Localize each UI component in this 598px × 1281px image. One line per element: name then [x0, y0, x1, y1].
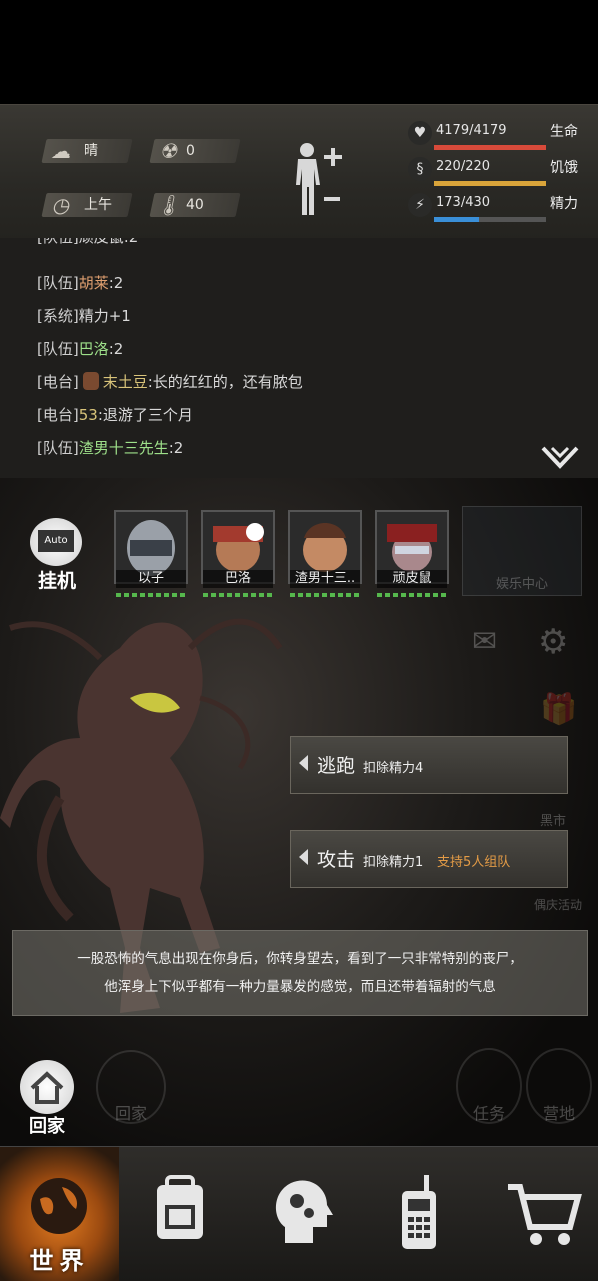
arrow-left-icon	[299, 849, 308, 865]
attack-button[interactable]: 攻击 扣除精力1 支持5人组队	[290, 830, 568, 888]
black-market-label[interactable]: 黑市	[540, 810, 566, 829]
party-member-name: 巴洛	[203, 570, 273, 588]
task-label: 任务	[472, 1104, 505, 1123]
radiation-icon: ☢	[158, 139, 182, 163]
chat-line: [队伍]顽皮鼠:2	[37, 238, 138, 247]
walkie-talkie-icon	[402, 1175, 436, 1249]
party-member-hp	[203, 593, 273, 597]
energy-stat: ⚡ 173/430 精力	[408, 193, 588, 222]
time-pill: ◷ 上午	[41, 193, 133, 217]
party-member-name: 顽皮鼠	[377, 570, 447, 588]
radiation-value: 0	[186, 143, 195, 159]
hunger-bar	[434, 181, 546, 186]
nav-radio[interactable]	[358, 1147, 477, 1281]
flee-cost: 扣除精力4	[363, 761, 424, 776]
story-text-box: 一股恐怖的气息出现在你身后，你转身望去，看到了一只非常特别的丧尸， 他浑身上下似…	[12, 930, 588, 1016]
hunger-stat: § 220/220 饥饿	[408, 157, 588, 186]
stomach-icon: §	[408, 157, 432, 181]
weather-pill: ☁ 晴	[41, 139, 133, 163]
chat-line: [队伍]渣男十三先生:2	[37, 439, 184, 457]
home-button[interactable]: 回家	[16, 1060, 78, 1137]
entertainment-label: 娱乐中心	[495, 577, 548, 592]
head-gears-icon	[275, 1180, 333, 1243]
party-member-name: 以子	[116, 570, 186, 588]
chat-line: [电台] 末土豆:长的红红的，还有脓包	[37, 372, 303, 391]
hunger-label: 饥饿	[550, 160, 578, 176]
energy-value: 173/430	[436, 195, 491, 210]
auto-label: 挂机	[37, 570, 76, 592]
attack-label: 攻击	[317, 849, 356, 871]
home-ghost-label: 回家	[114, 1104, 147, 1123]
radiation-pill: ☢ 0	[149, 139, 241, 163]
camp-button[interactable]: 营地	[526, 1048, 592, 1124]
energy-bar	[434, 217, 479, 222]
home-label: 回家	[29, 1116, 65, 1137]
body-status-icon[interactable]	[288, 141, 348, 217]
party-member-hp	[290, 593, 360, 597]
nav-world-label: 世界	[29, 1247, 90, 1275]
heart-icon: ♥	[408, 121, 432, 145]
camp-label: 营地	[542, 1104, 575, 1123]
auto-icon-text: Auto	[38, 530, 74, 552]
auto-button[interactable]: Auto 挂机	[26, 518, 88, 592]
story-line: 他浑身上下似乎都有一种力量暴发的感觉，而且还带着辐射的气息	[104, 979, 496, 995]
chat-line: [系统]精力+1	[37, 307, 131, 325]
life-label: 生命	[550, 124, 578, 140]
bottom-nav: 世界	[0, 1146, 598, 1281]
nav-backpack[interactable]	[119, 1147, 238, 1281]
nav-skills[interactable]	[239, 1147, 358, 1281]
story-line: 一股恐怖的气息出现在你身后，你转身望去，看到了一只非常特别的丧尸，	[77, 951, 523, 967]
party-member-hp	[116, 593, 186, 597]
chat-log[interactable]: [队伍]顽皮鼠:2 [队伍]胡莱:2 [系统]精力+1 [队伍]巴洛:2 [电台…	[0, 238, 598, 478]
house-icon	[20, 1060, 74, 1114]
attack-cost: 扣除精力1	[363, 855, 424, 870]
nav-shop[interactable]	[478, 1147, 597, 1281]
party-member-hp	[377, 593, 447, 597]
chevron-down-icon[interactable]	[540, 444, 580, 470]
temperature-value: 40	[186, 197, 204, 213]
temperature-pill: 🌡 40	[149, 193, 241, 217]
chat-line: [队伍]胡莱:2	[37, 274, 124, 292]
weather-text: 晴	[84, 143, 98, 159]
clock-icon: ◷	[50, 193, 74, 217]
energy-label: 精力	[550, 196, 578, 212]
nav-world[interactable]: 世界	[0, 1147, 119, 1281]
time-text: 上午	[84, 197, 112, 213]
entertainment-center-button[interactable]: 娱乐中心	[462, 506, 582, 596]
gift-icon[interactable]: 🎁	[540, 692, 577, 727]
event-label[interactable]: 偶庆活动	[534, 896, 582, 913]
life-value: 4179/4179	[436, 123, 507, 138]
shopping-cart-icon	[508, 1184, 582, 1245]
life-stat: ♥ 4179/4179 生命	[408, 121, 588, 150]
auto-icon: Auto	[30, 518, 82, 566]
status-panel: ☁ 晴 ☢ 0 ◷ 上午 🌡 40 ♥ 4179/4179 生命 § 220/2…	[0, 104, 598, 239]
lightning-icon: ⚡	[408, 193, 432, 217]
flee-button[interactable]: 逃跑 扣除精力4	[290, 736, 568, 794]
chat-line: [电台]53:退游了三个月	[37, 406, 193, 424]
chat-line: [队伍]巴洛:2	[37, 340, 124, 358]
life-bar	[434, 145, 546, 150]
mail-icon[interactable]: ✉	[472, 624, 497, 659]
backpack-icon	[157, 1175, 203, 1239]
attack-team-note: 支持5人组队	[437, 855, 511, 870]
task-button[interactable]: 任务	[456, 1048, 522, 1124]
avatar	[82, 372, 99, 390]
arrow-left-icon	[299, 755, 308, 771]
flee-label: 逃跑	[317, 755, 356, 777]
party-member-name: 渣男十三..	[290, 570, 360, 588]
cloud-sun-icon: ☁	[49, 139, 75, 163]
thermometer-icon: 🌡	[154, 193, 186, 217]
hunger-value: 220/220	[436, 159, 491, 174]
globe-icon	[31, 1178, 87, 1234]
home-ghost-button[interactable]: 回家	[96, 1050, 166, 1124]
gear-icon[interactable]: ⚙	[538, 622, 568, 662]
